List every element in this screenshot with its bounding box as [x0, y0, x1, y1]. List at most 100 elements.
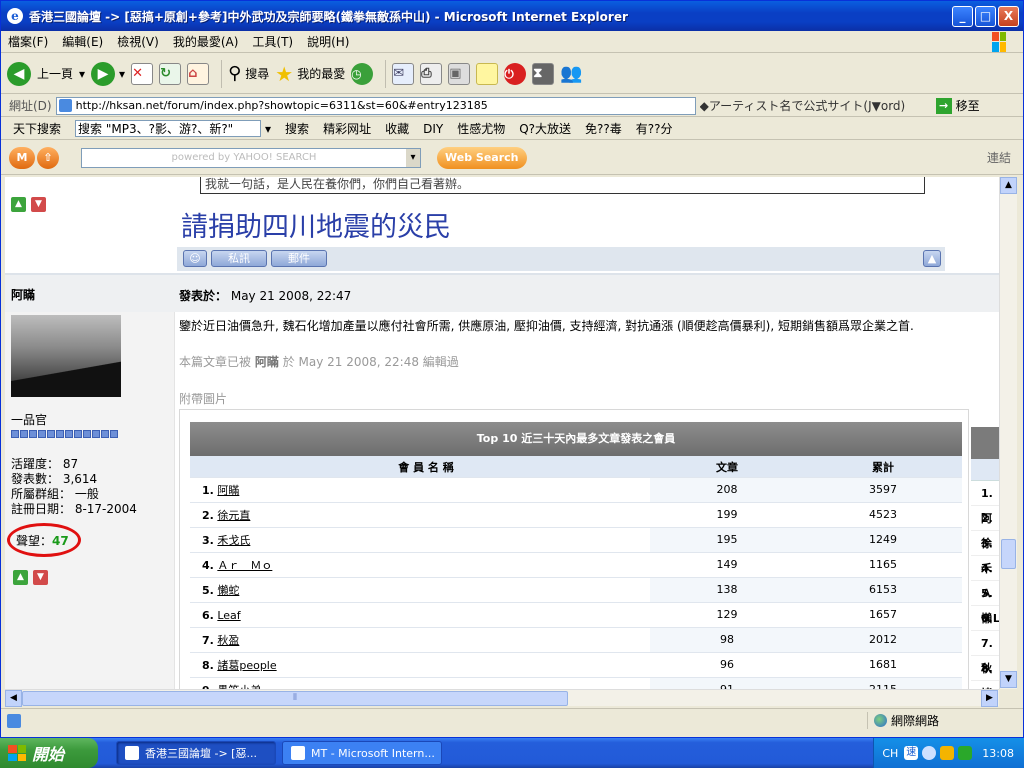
yahoo-search-input[interactable]: powered by YAHOO! SEARCH ▾	[81, 147, 421, 168]
member-link[interactable]: 諸葛people	[217, 659, 276, 672]
rate-up-icon[interactable]: ▲	[13, 570, 28, 585]
task-forum-window[interactable]: 香港三國論壇 -> [惡...	[116, 741, 276, 765]
start-button[interactable]: 開始	[0, 738, 98, 768]
link-favorites[interactable]: 收藏	[385, 120, 409, 137]
search-hint[interactable]: ◆アーティスト名で公式サイト(J▼ord)	[700, 97, 932, 114]
link-sites[interactable]: 精彩网址	[323, 120, 371, 137]
forward-button[interactable]: ▶ ▾	[91, 61, 125, 86]
member-link[interactable]: Leaf	[217, 609, 240, 622]
scroll-left-icon[interactable]: ◀	[5, 690, 22, 707]
globe-icon	[874, 714, 887, 727]
links-label[interactable]: 連結	[987, 149, 1011, 166]
vertical-scrollbar[interactable]: ▲ ▼	[999, 177, 1017, 689]
web-search-button[interactable]: Web Search	[437, 146, 527, 169]
member-cell: 3. 禾戈氏	[202, 534, 251, 547]
rate-down-icon[interactable]: ▼	[33, 570, 48, 585]
table-row: 7. 秋盈 98 2012	[190, 628, 962, 653]
address-input[interactable]: http://hksan.net/forum/index.php?showtop…	[55, 96, 696, 115]
messenger-icon[interactable]: 👥	[560, 63, 582, 84]
windows-logo-icon	[8, 745, 26, 761]
ghost-row: 6.L	[971, 606, 999, 631]
link-diy[interactable]: DIY	[423, 122, 443, 136]
ime-icon[interactable]: 速	[904, 746, 919, 760]
signature-line: 我就一句話，是人民在養你們，你們自己看著辦。	[205, 177, 470, 191]
chevron-down-icon[interactable]: ▾	[406, 148, 420, 167]
go-button[interactable]: → 移至	[935, 97, 980, 114]
toolbar-search-input[interactable]: 搜索 "MP3、?影、游?、新?"	[75, 120, 262, 137]
post-author[interactable]: 阿瞞	[11, 286, 35, 303]
search-button[interactable]: ⚲ 搜尋	[228, 63, 269, 84]
link-q[interactable]: Q?大放送	[519, 120, 571, 137]
power-icon[interactable]: ⏻	[504, 62, 527, 85]
menu-tools[interactable]: 工具(T)	[245, 33, 300, 50]
scroll-top-icon[interactable]: ▲	[923, 250, 941, 267]
archive-icon[interactable]: ⧗	[532, 62, 555, 85]
email-button[interactable]: 郵件	[271, 250, 327, 267]
chevron-down-icon[interactable]: ▾	[265, 122, 271, 136]
stat-joined: 註冊日期： 8-17-2004	[11, 502, 137, 516]
menu-edit[interactable]: 編輯(E)	[55, 33, 110, 50]
network-icon[interactable]	[958, 746, 973, 760]
yahoo-m-icon[interactable]: M	[9, 146, 35, 169]
browser-window: e 香港三國論壇 -> [惡搞+原創+參考]中外武功及宗師要略(鐵拳無敵孫中山)…	[0, 0, 1024, 738]
member-link[interactable]: 阿瞞	[217, 484, 239, 497]
system-tray: CH 速 13:08	[873, 738, 1024, 768]
title-bar[interactable]: e 香港三國論壇 -> [惡搞+原創+參考]中外武功及宗師要略(鐵拳無敵孫中山)…	[1, 1, 1023, 31]
refresh-icon[interactable]: ↻	[159, 62, 182, 85]
edit-icon[interactable]: ▣	[448, 62, 471, 85]
member-link[interactable]: 秋盈	[217, 634, 239, 647]
back-button[interactable]: ◀ 上一頁 ▾	[7, 61, 85, 86]
task-mt-window[interactable]: MT - Microsoft Intern...	[282, 741, 442, 765]
taskbar: 開始 香港三國論壇 -> [惡... MT - Microsoft Intern…	[0, 738, 1024, 768]
posts-cell: 195	[650, 528, 804, 552]
note-icon[interactable]	[476, 62, 499, 85]
menu-help[interactable]: 說明(H)	[300, 33, 356, 50]
ghost-row: 5.懶	[971, 581, 999, 625]
ghost-row: 2.徐	[971, 506, 999, 550]
home-icon[interactable]: ⌂	[187, 62, 210, 85]
member-link[interactable]: Ａｒ Ｍｏ	[217, 559, 272, 572]
total-cell: 3597	[804, 478, 962, 502]
posted-time-value: May 21 2008, 22:47	[230, 289, 352, 303]
member-cell: 1. 阿瞞	[202, 484, 240, 497]
member-link[interactable]: 懶蛇	[217, 584, 239, 597]
scroll-down-icon[interactable]: ▼	[1000, 671, 1017, 688]
mail-icon[interactable]: ✉	[392, 62, 415, 85]
link-tianxia[interactable]: 天下搜索	[13, 120, 61, 137]
print-icon[interactable]: ⎙	[420, 62, 443, 85]
scroll-right-icon[interactable]: ▶	[981, 690, 998, 707]
link-sexy[interactable]: 性感尤物	[457, 120, 505, 137]
post-action-bar: ☺ 私訊 郵件 ▲	[177, 247, 945, 271]
hscroll-thumb[interactable]: ⦀	[22, 691, 568, 706]
menu-file[interactable]: 檔案(F)	[1, 33, 55, 50]
stop-icon[interactable]: ✕	[131, 62, 154, 85]
link-points[interactable]: 有??分	[636, 120, 673, 137]
tray-app-icon[interactable]	[940, 746, 955, 760]
member-link[interactable]: 徐元直	[217, 509, 250, 522]
member-cell: 2. 徐元直	[202, 509, 251, 522]
link-antivirus[interactable]: 免??毒	[585, 120, 622, 137]
yahoo-up-icon[interactable]: ⇧	[37, 146, 59, 169]
maximize-button[interactable]: □	[975, 5, 996, 27]
link-search[interactable]: 搜索	[285, 120, 309, 137]
chevron-down-icon[interactable]: ▾	[119, 67, 125, 81]
profile-icon[interactable]: ☺	[183, 250, 207, 267]
language-indicator[interactable]: CH	[882, 747, 898, 760]
close-button[interactable]: X	[998, 5, 1019, 27]
horizontal-scrollbar[interactable]: ◀ ⦀ ▶	[5, 689, 999, 707]
favorites-button[interactable]: ★ 我的最愛	[275, 62, 345, 86]
menu-view[interactable]: 檢視(V)	[110, 33, 166, 50]
posts-cell: 96	[720, 658, 734, 671]
pm-button[interactable]: 私訊	[211, 250, 267, 267]
scroll-up-icon[interactable]: ▲	[1000, 177, 1017, 194]
back-tray-icon[interactable]	[922, 746, 937, 760]
history-icon[interactable]: ◷	[351, 62, 374, 85]
scroll-thumb[interactable]	[1001, 539, 1016, 569]
menu-favorites[interactable]: 我的最愛(A)	[166, 33, 246, 50]
minimize-button[interactable]: _	[952, 5, 973, 27]
member-link[interactable]: 禾戈氏	[217, 534, 250, 547]
rate-up-icon[interactable]: ▲	[11, 197, 26, 212]
chevron-down-icon[interactable]: ▾	[79, 67, 85, 81]
total-cell: 1249	[804, 528, 962, 552]
rate-down-icon[interactable]: ▼	[31, 197, 46, 212]
